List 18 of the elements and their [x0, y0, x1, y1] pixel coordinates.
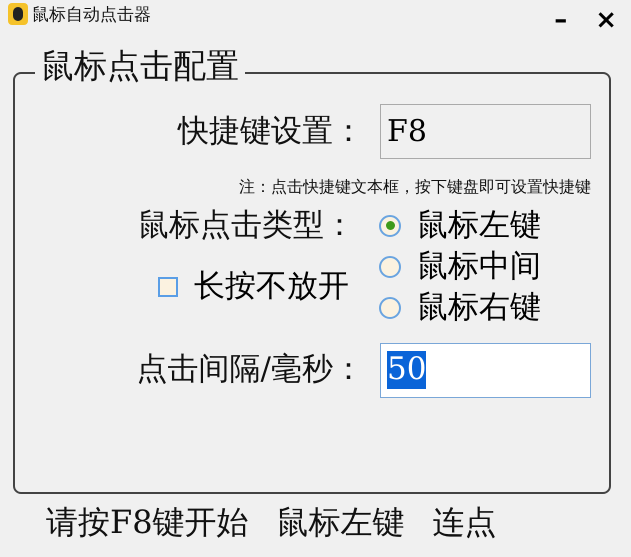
- status-text: 请按F8键开始: [46, 502, 249, 543]
- hotkey-label: 快捷键设置：: [178, 112, 364, 150]
- radio-option[interactable]: 鼠标左键: [379, 207, 591, 244]
- hotkey-field[interactable]: F8: [380, 104, 591, 159]
- window-title: 鼠标自动点击器: [32, 4, 151, 27]
- hold-checkbox[interactable]: 长按不放开: [158, 268, 349, 306]
- click-type-label: 鼠标点击类型：: [138, 207, 355, 244]
- minimize-button[interactable]: –: [548, 7, 574, 33]
- mode-text: 连点: [432, 502, 497, 543]
- radio-option[interactable]: 鼠标中间: [379, 248, 591, 286]
- radio-option[interactable]: 鼠标右键: [379, 289, 591, 327]
- group-title: 鼠标点击配置: [35, 48, 245, 84]
- note-text: 注：点击快捷键文本框，按下键盘即可设置快捷键: [239, 176, 591, 198]
- mouse-button-text: 鼠标左键: [276, 502, 405, 543]
- app-icon: [8, 3, 28, 25]
- interval-field[interactable]: 50: [380, 342, 591, 398]
- interval-label: 点击间隔/毫秒：: [136, 351, 364, 389]
- close-button[interactable]: ×: [589, 7, 623, 33]
